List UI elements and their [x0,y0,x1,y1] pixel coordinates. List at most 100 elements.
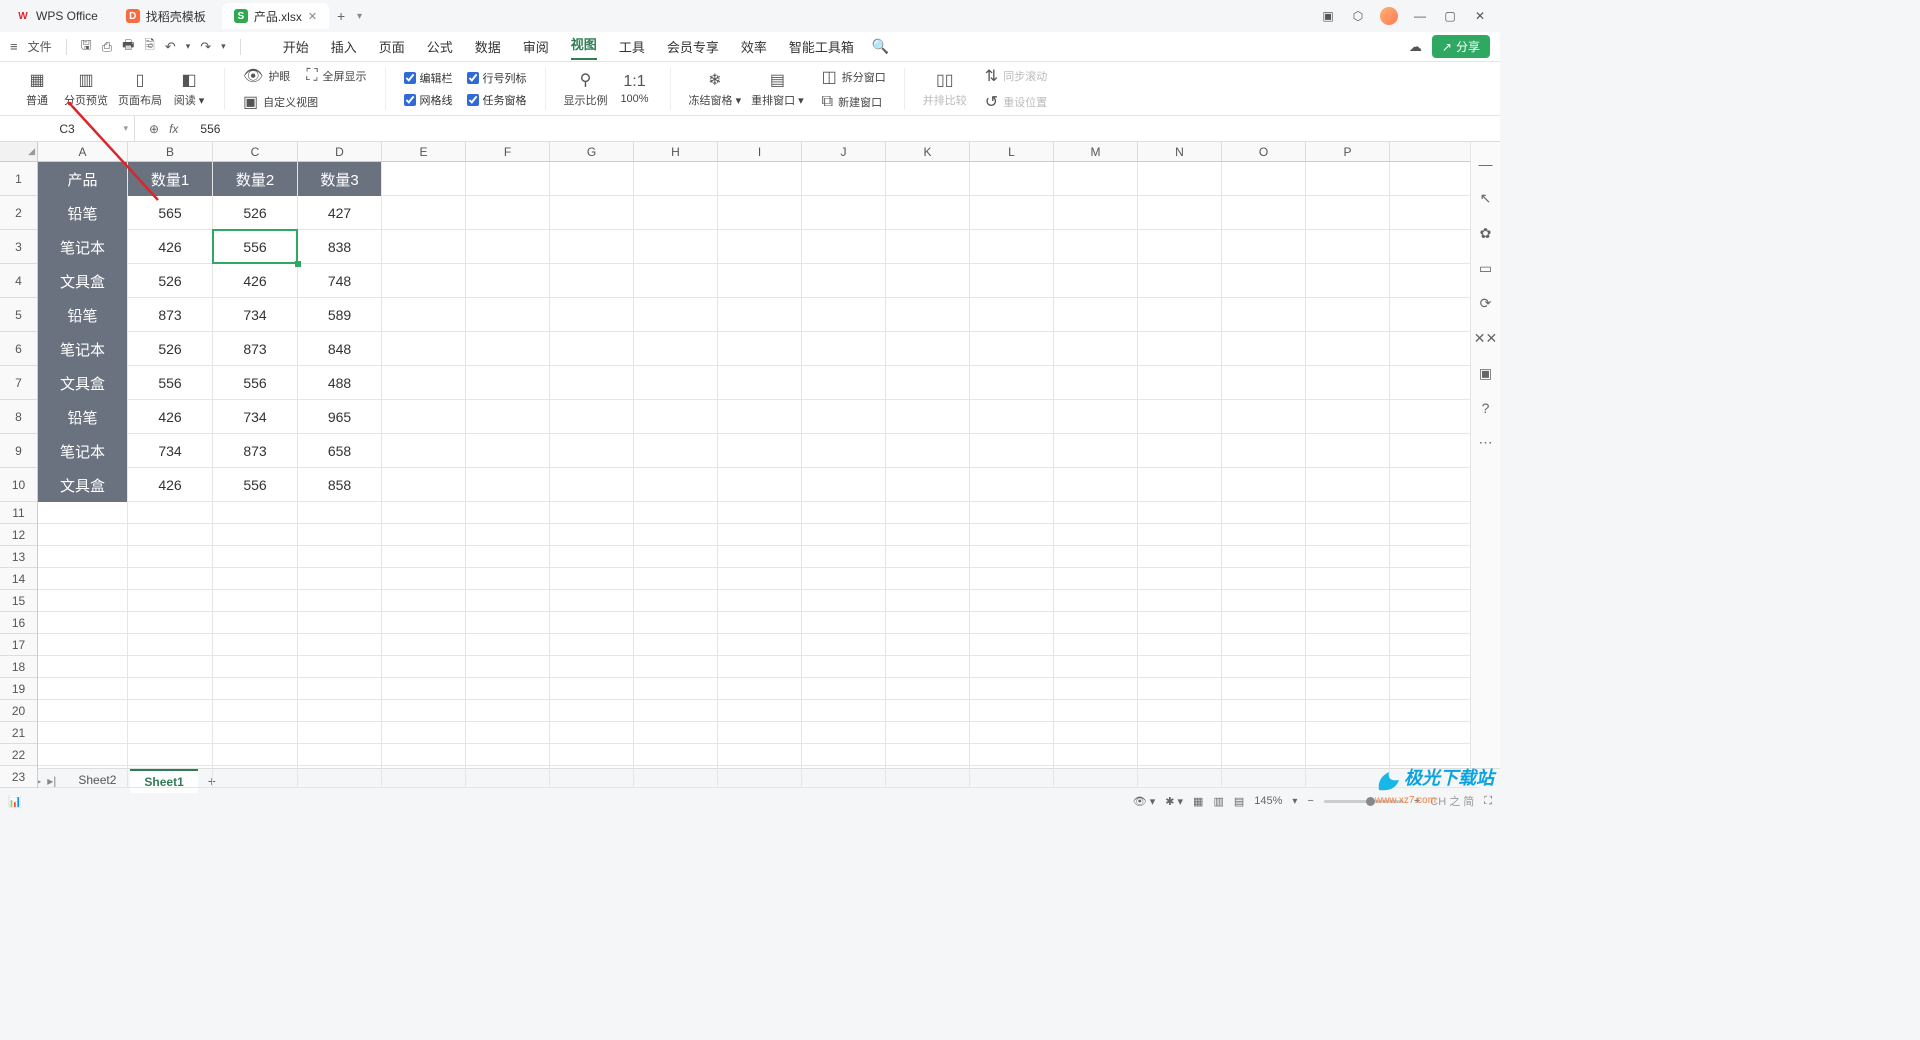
cell-E22[interactable] [382,744,466,766]
cell-H8[interactable] [634,400,718,434]
cell-O14[interactable] [1222,568,1306,590]
cell-A15[interactable] [38,590,128,612]
cell-D13[interactable] [298,546,382,568]
col-header-A[interactable]: A [38,142,128,161]
cell-N22[interactable] [1138,744,1222,766]
cell-P22[interactable] [1306,744,1390,766]
row-header-1[interactable]: 1 [0,162,37,196]
row-header-5[interactable]: 5 [0,298,37,332]
cell-G4[interactable] [550,264,634,298]
cell-B16[interactable] [128,612,213,634]
cell-A4[interactable]: 文具盒 [38,264,128,298]
row-header-2[interactable]: 2 [0,196,37,230]
cell-N8[interactable] [1138,400,1222,434]
cell-L15[interactable] [970,590,1054,612]
minimize-icon[interactable]: — [1412,8,1428,24]
cell-G20[interactable] [550,700,634,722]
cell-L11[interactable] [970,502,1054,524]
cell-E23[interactable] [382,766,466,788]
col-header-H[interactable]: H [634,142,718,161]
cell-F4[interactable] [466,264,550,298]
cell-M6[interactable] [1054,332,1138,366]
view-normal-icon[interactable]: ▦ [1193,795,1203,808]
cell-B9[interactable]: 734 [128,434,213,468]
cell-M22[interactable] [1054,744,1138,766]
cell-D11[interactable] [298,502,382,524]
cell-E10[interactable] [382,468,466,502]
cell-P10[interactable] [1306,468,1390,502]
cell-P1[interactable] [1306,162,1390,196]
cell-P9[interactable] [1306,434,1390,468]
row-header-15[interactable]: 15 [0,590,37,612]
cell-K8[interactable] [886,400,970,434]
cell-A1[interactable]: 产品 [38,162,128,196]
cell-L4[interactable] [970,264,1054,298]
cell-C21[interactable] [213,722,298,744]
cell-J14[interactable] [802,568,886,590]
cell-P6[interactable] [1306,332,1390,366]
cell-I13[interactable] [718,546,802,568]
cell-H1[interactable] [634,162,718,196]
ribbon-tab-3[interactable]: 公式 [427,37,453,56]
app-tab-template[interactable]: D 找稻壳模板 [114,3,218,29]
cell-B14[interactable] [128,568,213,590]
cell-O21[interactable] [1222,722,1306,744]
cell-I7[interactable] [718,366,802,400]
row-header-9[interactable]: 9 [0,434,37,468]
cell-P8[interactable] [1306,400,1390,434]
cell-K19[interactable] [886,678,970,700]
cell-I6[interactable] [718,332,802,366]
cell-L18[interactable] [970,656,1054,678]
cell-J9[interactable] [802,434,886,468]
cell-F11[interactable] [466,502,550,524]
cell-C6[interactable]: 873 [213,332,298,366]
cell-L21[interactable] [970,722,1054,744]
cell-G16[interactable] [550,612,634,634]
cell-H3[interactable] [634,230,718,264]
cell-P16[interactable] [1306,612,1390,634]
zoom-out-icon[interactable]: − [1307,795,1313,807]
cell-J10[interactable] [802,468,886,502]
cell-M9[interactable] [1054,434,1138,468]
cell-O23[interactable] [1222,766,1306,788]
export-icon[interactable]: ⎙ [102,39,112,55]
ribbon-tab-4[interactable]: 数据 [475,37,501,56]
cell-L20[interactable] [970,700,1054,722]
cell-I3[interactable] [718,230,802,264]
row-header-3[interactable]: 3 [0,230,37,264]
cell-P12[interactable] [1306,524,1390,546]
cell-N20[interactable] [1138,700,1222,722]
fx-icon[interactable]: fx [169,122,178,136]
fill-handle[interactable] [295,261,301,267]
cell-E4[interactable] [382,264,466,298]
redo-icon[interactable]: ↷ [200,39,211,55]
col-header-K[interactable]: K [886,142,970,161]
cell-D17[interactable] [298,634,382,656]
cell-M19[interactable] [1054,678,1138,700]
cell-B6[interactable]: 526 [128,332,213,366]
cell-D1[interactable]: 数量3 [298,162,382,196]
col-header-O[interactable]: O [1222,142,1306,161]
row-header-22[interactable]: 22 [0,744,37,766]
cell-E9[interactable] [382,434,466,468]
cell-M11[interactable] [1054,502,1138,524]
cell-P19[interactable] [1306,678,1390,700]
cells-area[interactable]: 产品数量1数量2数量3铅笔565526427笔记本426556838文具盒526… [38,162,1480,768]
cell-I9[interactable] [718,434,802,468]
cell-O19[interactable] [1222,678,1306,700]
cell-P17[interactable] [1306,634,1390,656]
maximize-icon[interactable]: ▢ [1442,8,1458,24]
cell-D22[interactable] [298,744,382,766]
cell-F13[interactable] [466,546,550,568]
cell-I10[interactable] [718,468,802,502]
zoom-ratio-button[interactable]: ⚲显示比例 [564,70,608,108]
cell-K14[interactable] [886,568,970,590]
avatar[interactable] [1380,7,1398,25]
cell-F22[interactable] [466,744,550,766]
arrange-windows-button[interactable]: ▤重排窗口 ▾ [751,70,804,108]
cell-L2[interactable] [970,196,1054,230]
cell-K15[interactable] [886,590,970,612]
cell-F23[interactable] [466,766,550,788]
cell-M2[interactable] [1054,196,1138,230]
cell-P3[interactable] [1306,230,1390,264]
